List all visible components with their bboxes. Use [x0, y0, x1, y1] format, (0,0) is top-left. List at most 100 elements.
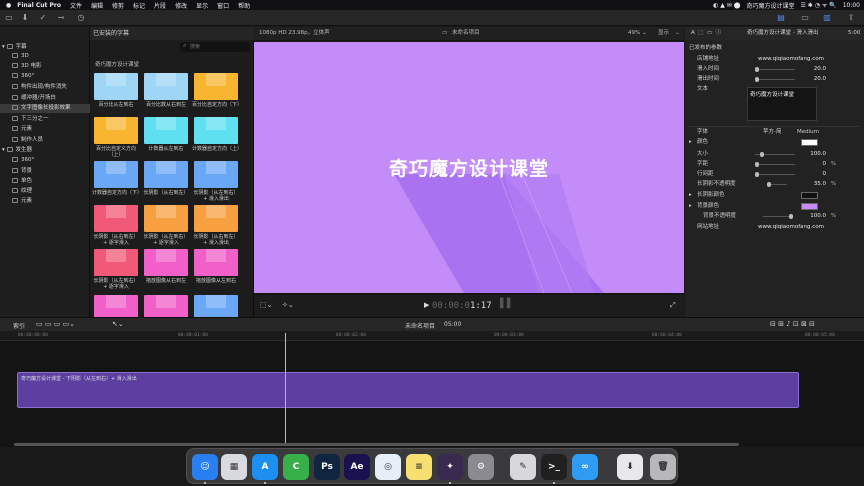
title-thumbnail[interactable] — [194, 73, 238, 100]
browser-toggle-icon[interactable]: ▤ — [776, 13, 786, 23]
menu-file[interactable]: 文件 — [70, 1, 82, 10]
sidebar-item-generators[interactable]: ▾ 发生器 — [0, 146, 90, 155]
slide-in-slider[interactable] — [755, 67, 795, 72]
menu-mark[interactable]: 标记 — [133, 1, 145, 10]
chevron-right-icon[interactable]: ▸ — [689, 191, 692, 200]
sidebar-item-3d[interactable]: 3D — [0, 52, 90, 61]
sidebar-item-backgrounds[interactable]: 背景 — [0, 167, 90, 176]
tracking-value[interactable]: 0 — [823, 160, 827, 169]
keyword-icon[interactable]: ⊸ — [56, 13, 66, 23]
inspector-tabs[interactable]: A ⬚ ▭ ⓘ — [691, 30, 721, 36]
transform-icon[interactable]: ⬚⌄ — [260, 301, 272, 309]
zoom-menu[interactable]: 49% — [628, 27, 640, 40]
text-field[interactable]: 奇巧魔方设计课堂 — [747, 87, 817, 121]
sidebar-item-long-shadow[interactable]: 文字图像长投影效果 — [0, 104, 90, 113]
sidebar-item-gen-elements[interactable]: 元素 — [0, 197, 90, 206]
sidebar-item-credits[interactable]: 制作人员 — [0, 136, 90, 145]
font-weight-menu[interactable]: Medium — [797, 128, 819, 137]
title-thumbnail[interactable] — [144, 117, 188, 144]
library-icon[interactable]: ▭ — [4, 13, 14, 23]
import-icon[interactable]: ⬇ — [20, 13, 30, 23]
sidebar-item-lower-thirds[interactable]: 下三分之一 — [0, 115, 90, 124]
title-thumbnail[interactable] — [144, 249, 188, 276]
background-tasks-icon[interactable]: ◷ — [76, 13, 86, 23]
status-icons-2[interactable]: ☰ ✱ ◔ ᯤ 🔍 — [800, 1, 836, 9]
timeline-ruler[interactable]: 00:00:00:00 00:00:01:00 00:00:02:00 00:0… — [0, 331, 864, 341]
slide-out-slider[interactable] — [755, 77, 795, 82]
tracking-slider[interactable] — [755, 162, 795, 167]
chevron-down-icon[interactable]: ⌄ — [675, 27, 680, 40]
menu-view[interactable]: 显示 — [196, 1, 208, 10]
sidebar-item-titles[interactable]: ▾ 字幕 — [0, 43, 90, 52]
chevron-right-icon[interactable]: ▸ — [689, 138, 692, 147]
size-value[interactable]: 100.0 — [810, 150, 826, 159]
shadow-opacity-value[interactable]: 35.0 — [814, 180, 826, 189]
notes-icon[interactable]: ≡ — [406, 454, 432, 480]
timeline-view-icons[interactable]: ⊟ ⊞ ♪ ⊡ ⊠ ⊟ — [770, 320, 815, 328]
sidebar-item-elements[interactable]: 元素 — [0, 125, 90, 134]
title-thumbnail[interactable] — [94, 205, 138, 232]
slide-out-value[interactable]: 20.0 — [814, 75, 826, 84]
menu-window[interactable]: 窗口 — [217, 1, 229, 10]
title-thumbnail[interactable] — [194, 117, 238, 144]
sidebar-item-360[interactable]: 360° — [0, 72, 90, 81]
title-thumbnail[interactable] — [94, 117, 138, 144]
font-menu[interactable]: 苹方-简 — [763, 128, 782, 137]
apple-icon[interactable]: ● — [6, 2, 11, 9]
favorite-icon[interactable]: ✓ — [38, 13, 48, 23]
launchpad-icon[interactable]: ▦ — [221, 454, 247, 480]
bg-color-well[interactable] — [801, 203, 818, 210]
title-thumbnail[interactable] — [194, 249, 238, 276]
menu-app-name[interactable]: Final Cut Pro — [17, 2, 61, 9]
title-thumbnail[interactable] — [94, 161, 138, 188]
menu-help[interactable]: 帮助 — [238, 1, 250, 10]
playhead[interactable] — [285, 333, 286, 445]
final-cut-pro-icon[interactable]: ✦ — [437, 454, 463, 480]
sidebar-item-textures[interactable]: 纹理 — [0, 187, 90, 196]
downloads-icon[interactable]: ⬇ — [617, 454, 643, 480]
chevron-right-icon[interactable]: ▸ — [689, 202, 692, 211]
menu-edit[interactable]: 编辑 — [91, 1, 103, 10]
color-well[interactable] — [801, 139, 818, 146]
after-effects-icon[interactable]: Ae — [344, 454, 370, 480]
trash-icon[interactable]: 🗑 — [650, 454, 676, 480]
title-thumbnail[interactable] — [94, 249, 138, 276]
bg-opacity-value[interactable]: 100.0 — [810, 212, 826, 221]
menu-modify[interactable]: 修改 — [175, 1, 187, 10]
menu-trim[interactable]: 修剪 — [112, 1, 124, 10]
shadow-opacity-slider[interactable] — [767, 182, 787, 187]
sidebar-item-solids[interactable]: 单色 — [0, 177, 90, 186]
terminal-icon[interactable]: >_ — [541, 454, 567, 480]
leading-slider[interactable] — [755, 172, 795, 177]
inspector-toggle-icon[interactable]: ▥ — [822, 13, 832, 23]
title-thumbnail[interactable] — [144, 205, 188, 232]
viewer-canvas[interactable]: 奇巧魔方设计课堂 — [254, 42, 684, 293]
photoshop-icon[interactable]: Ps — [314, 454, 340, 480]
baidu-netdisk-icon[interactable]: ∞ — [572, 454, 598, 480]
menu-clip[interactable]: 片段 — [154, 1, 166, 10]
bg-opacity-slider[interactable] — [763, 214, 793, 219]
title-thumbnail[interactable] — [194, 205, 238, 232]
system-preferences-icon[interactable]: ⚙ — [468, 454, 494, 480]
chevron-down-icon[interactable]: ▾ — [2, 147, 7, 153]
chevron-down-icon[interactable]: ▾ — [2, 44, 7, 50]
fullscreen-icon[interactable]: ⤢ — [670, 301, 676, 310]
view-menu[interactable]: 显示 — [658, 27, 669, 40]
shadow-color-well[interactable] — [801, 192, 818, 199]
slide-in-value[interactable]: 20.0 — [814, 65, 826, 74]
script-editor-icon[interactable]: ✎ — [510, 454, 536, 480]
effects-icon[interactable]: ✧⌄ — [282, 301, 294, 309]
sidebar-item-build[interactable]: 构件出现/构件消失 — [0, 83, 90, 92]
window-title-status[interactable]: 奇巧魔方设计课堂 — [746, 1, 794, 10]
title-thumbnail[interactable] — [94, 73, 138, 100]
shop-field[interactable]: www.qiqiaomofang.com — [758, 55, 824, 64]
clock[interactable]: 10:00 — [843, 2, 860, 9]
chevron-down-icon[interactable]: ⌄ — [642, 27, 647, 40]
sidebar-item-gen-360[interactable]: 360° — [0, 156, 90, 165]
play-icon[interactable]: ▶ — [424, 301, 429, 309]
index-button[interactable]: 索引 — [13, 321, 25, 330]
timeline-toggle-icon[interactable]: ▭ — [800, 13, 810, 23]
search-input[interactable]: 搜索 — [180, 42, 250, 52]
title-thumbnail[interactable] — [194, 161, 238, 188]
timeline-scrollbar[interactable] — [14, 443, 739, 446]
